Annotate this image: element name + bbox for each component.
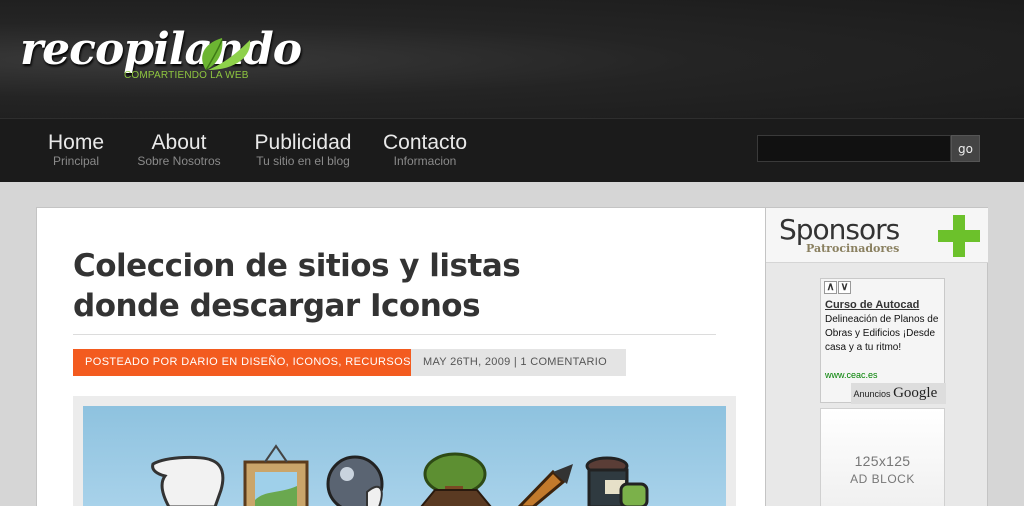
ink-bottle-icon — [585, 456, 649, 506]
google-logo: Google — [893, 385, 938, 401]
nav-item-about[interactable]: About Sobre Nosotros — [132, 131, 226, 168]
nav-title: About — [151, 131, 207, 154]
plus-icon[interactable] — [938, 215, 980, 257]
search-input[interactable] — [757, 135, 951, 162]
sponsors-subtitle: Patrocinadores — [806, 242, 900, 255]
ad-prev-button[interactable]: ∧ — [824, 281, 837, 294]
site-header: recopilando COMPARTIENDO LA WEB — [0, 0, 1024, 118]
icons-illustration — [151, 444, 649, 506]
nav-subtitle: Principal — [52, 154, 100, 168]
logo-tagline: COMPARTIENDO LA WEB — [124, 70, 249, 81]
adsense-footer[interactable]: Anuncios Google — [851, 383, 946, 404]
nav-title: Home — [48, 131, 105, 154]
nav-title: Contacto — [382, 131, 468, 154]
tree-icon — [420, 452, 492, 506]
nav-item-home[interactable]: Home Principal — [48, 131, 104, 168]
nav-title: Publicidad — [254, 131, 352, 154]
title-divider — [73, 334, 716, 335]
hand-icon — [151, 455, 225, 506]
nav-item-publicidad[interactable]: Publicidad Tu sitio en el blog — [252, 131, 354, 168]
nav-subtitle: Informacion — [393, 154, 457, 168]
post-image — [83, 406, 726, 506]
nav-item-contacto[interactable]: Contacto Informacion — [382, 131, 468, 168]
ad-text: Delineación de Planos de Obras y Edifici… — [825, 314, 939, 353]
picture-frame-icon — [243, 444, 309, 506]
ad-block-label: AD BLOCK — [850, 472, 915, 486]
brush-icon — [517, 464, 573, 506]
ad-footer-prefix: Anuncios — [853, 389, 891, 399]
ad-block[interactable]: 125x125 AD BLOCK — [820, 408, 945, 506]
ad-url[interactable]: www.ceac.es — [825, 370, 878, 380]
post-content: Coleccion de sitios y listas donde desca… — [36, 207, 766, 506]
sponsors-header: Sponsors Patrocinadores — [766, 208, 988, 263]
ad-nav: ∧ ∨ — [824, 281, 852, 294]
leaf-icon — [202, 38, 251, 71]
ad-next-button[interactable]: ∨ — [838, 281, 851, 294]
sphere-icon — [326, 455, 384, 506]
post-date-comments[interactable]: MAY 26TH, 2009 | 1 COMENTARIO — [411, 349, 626, 376]
google-ad: ∧ ∨ Curso de Autocad Delineación de Plano… — [820, 278, 946, 404]
ad-link[interactable]: Curso de Autocad — [825, 299, 919, 311]
post-title[interactable]: Coleccion de sitios y listas donde desca… — [73, 246, 633, 326]
nav-subtitle: Sobre Nosotros — [137, 154, 221, 168]
ad-block-size: 125x125 — [854, 453, 911, 469]
search-button[interactable]: go — [951, 135, 980, 162]
site-logo[interactable]: recopilando COMPARTIENDO LA WEB — [20, 28, 302, 82]
post-image-frame — [73, 396, 736, 506]
post-byline[interactable]: POSTEADO POR DARIO EN DISEÑO, ICONOS, RE… — [73, 349, 423, 376]
sidebar: Sponsors Patrocinadores ∧ ∨ Curso de Auto… — [766, 207, 988, 506]
nav-subtitle: Tu sitio en el blog — [256, 154, 350, 168]
